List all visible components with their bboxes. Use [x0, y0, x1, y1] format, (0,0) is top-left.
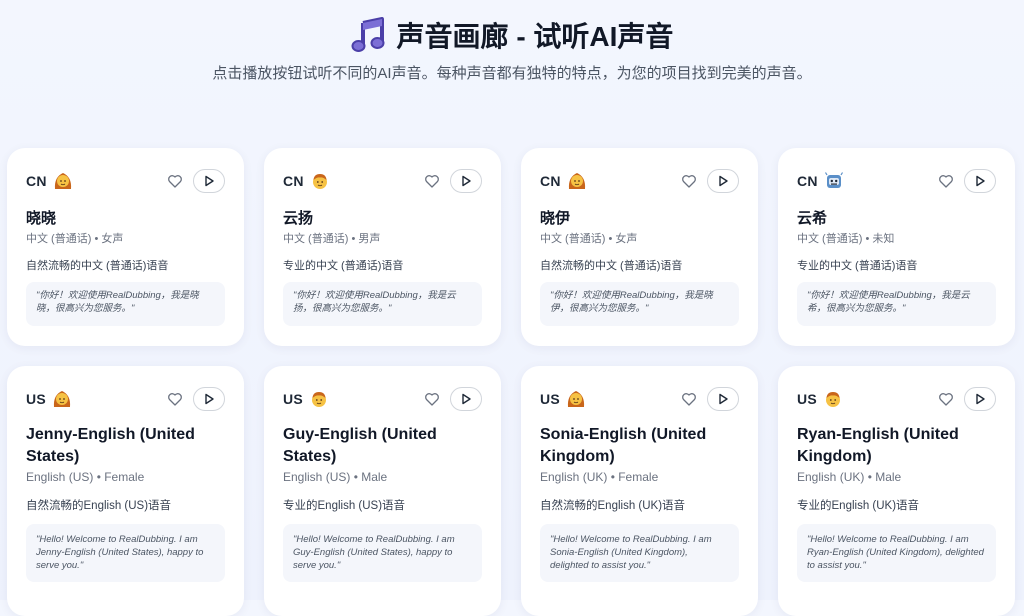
- voice-name: 云希: [797, 210, 828, 227]
- voice-sample-text: "Hello! Welcome to RealDubbing. I am Son…: [540, 524, 739, 582]
- woman-emoji-icon: [53, 391, 71, 407]
- robot-emoji-icon: [824, 172, 843, 188]
- play-icon: [462, 393, 471, 405]
- favorite-heart-icon[interactable]: [681, 391, 697, 407]
- voice-description: 自然流畅的中文 (普通话)语音: [26, 260, 169, 272]
- woman-emoji-icon: [568, 173, 585, 189]
- voice-card: CN 云希 中文 (普通话) • 未知 专业的中文 (普通话)语音 "你好！欢迎…: [778, 148, 1015, 346]
- play-button[interactable]: [193, 169, 225, 193]
- voice-sample-text: "Hello! Welcome to RealDubbing. I am Jen…: [26, 524, 225, 582]
- favorite-heart-icon[interactable]: [424, 173, 440, 189]
- favorite-heart-icon[interactable]: [167, 173, 183, 189]
- play-button[interactable]: [964, 387, 996, 411]
- play-icon: [462, 175, 471, 187]
- voice-meta: 中文 (普通话) • 女声: [26, 233, 124, 245]
- voice-name: 晓伊: [540, 210, 571, 227]
- play-button[interactable]: [707, 169, 739, 193]
- voice-name: Jenny-English (United States): [26, 426, 195, 465]
- favorite-heart-icon[interactable]: [938, 391, 954, 407]
- voice-meta: 中文 (普通话) • 女声: [540, 233, 638, 245]
- voice-meta: 中文 (普通话) • 未知: [797, 233, 895, 245]
- man-emoji-icon: [826, 392, 841, 407]
- voice-meta: English (UK) • Female: [540, 470, 659, 484]
- voice-card: CN 晓晓 中文 (普通话) • 女声 自然流畅的中文 (普通话)语音 "你好！…: [7, 148, 244, 346]
- play-button[interactable]: [450, 169, 482, 193]
- voice-sample-text: "你好！欢迎使用RealDubbing，我是晓伊，很高兴为您服务。": [540, 282, 739, 326]
- voice-name: Guy-English (United States): [283, 426, 437, 465]
- region-code: CN: [26, 173, 47, 189]
- play-icon: [976, 393, 985, 405]
- man-emoji-icon: [312, 392, 327, 407]
- region-code: CN: [283, 173, 304, 189]
- play-icon: [976, 175, 985, 187]
- voice-description: 自然流畅的English (UK)语音: [540, 500, 686, 512]
- voice-card: US Ryan-English (United Kingdom) English…: [778, 366, 1015, 616]
- region-code: US: [797, 391, 818, 407]
- voice-name: 晓晓: [26, 210, 57, 227]
- voice-card: US Jenny-English (United States) English…: [7, 366, 244, 616]
- favorite-heart-icon[interactable]: [938, 173, 954, 189]
- play-icon: [205, 393, 214, 405]
- voice-name: Sonia-English (United Kingdom): [540, 426, 707, 465]
- voice-description: 专业的中文 (普通话)语音: [283, 260, 404, 272]
- voice-card: US Sonia-English (United Kingdom) Englis…: [521, 366, 758, 616]
- region-code: US: [540, 391, 561, 407]
- woman-emoji-icon: [567, 391, 585, 407]
- favorite-heart-icon[interactable]: [681, 173, 697, 189]
- voice-meta: English (US) • Male: [283, 470, 388, 484]
- voice-sample-text: "你好！欢迎使用RealDubbing，我是云扬，很高兴为您服务。": [283, 282, 482, 326]
- voice-description: 自然流畅的English (US)语音: [26, 500, 172, 512]
- voice-meta: 中文 (普通话) • 男声: [283, 233, 381, 245]
- favorite-heart-icon[interactable]: [424, 391, 440, 407]
- woman-emoji-icon: [54, 173, 71, 189]
- voice-card: CN 云扬 中文 (普通话) • 男声 专业的中文 (普通话)语音 "你好！欢迎…: [264, 148, 501, 346]
- voice-description: 专业的English (UK)语音: [797, 500, 920, 512]
- region-code: US: [26, 391, 47, 407]
- man-emoji-icon: [312, 174, 327, 189]
- voice-description: 专业的English (US)语音: [283, 500, 406, 512]
- play-button[interactable]: [707, 387, 739, 411]
- play-button[interactable]: [964, 169, 996, 193]
- play-icon: [205, 175, 214, 187]
- voice-sample-text: "你好！欢迎使用RealDubbing，我是云希，很高兴为您服务。": [797, 282, 996, 326]
- voice-sample-text: "Hello! Welcome to RealDubbing. I am Rya…: [797, 524, 996, 582]
- voice-sample-text: "你好！欢迎使用RealDubbing，我是晓晓，很高兴为您服务。": [26, 282, 225, 326]
- favorite-heart-icon[interactable]: [167, 391, 183, 407]
- voice-name: 云扬: [283, 210, 314, 227]
- voice-name: Ryan-English (United Kingdom): [797, 426, 959, 465]
- voice-description: 自然流畅的中文 (普通话)语音: [540, 260, 683, 272]
- voice-card: CN 晓伊 中文 (普通话) • 女声 自然流畅的中文 (普通话)语音 "你好！…: [521, 148, 758, 346]
- play-icon: [719, 175, 728, 187]
- region-code: US: [283, 391, 304, 407]
- play-icon: [719, 393, 728, 405]
- voice-meta: English (US) • Female: [26, 470, 145, 484]
- voice-grid: CN 晓晓 中文 (普通话) • 女声 自然流畅的中文 (普通话)语音 "你好！…: [0, 0, 1024, 616]
- voice-description: 专业的中文 (普通话)语音: [797, 260, 918, 272]
- play-button[interactable]: [450, 387, 482, 411]
- region-code: CN: [540, 173, 561, 189]
- voice-meta: English (UK) • Male: [797, 470, 902, 484]
- region-code: CN: [797, 173, 818, 189]
- voice-card: US Guy-English (United States) English (…: [264, 366, 501, 616]
- play-button[interactable]: [193, 387, 225, 411]
- voice-sample-text: "Hello! Welcome to RealDubbing. I am Guy…: [283, 524, 482, 582]
